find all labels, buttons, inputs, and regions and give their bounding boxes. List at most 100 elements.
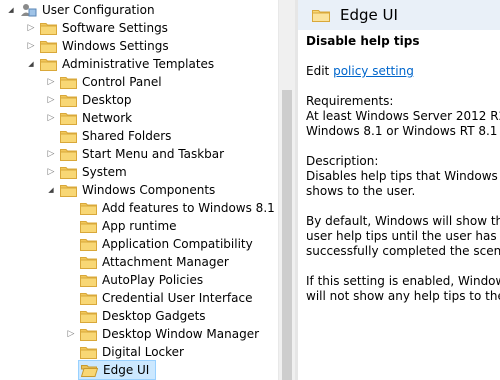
tree-item-label: Attachment Manager: [102, 255, 229, 269]
detail-pane: Edge UI Disable help tips Edit policy se…: [298, 0, 500, 380]
folder-icon: [80, 219, 97, 233]
tree-pane[interactable]: ◢ User Configuration ▷ Software Settings ▷ Wi…: [0, 0, 278, 380]
tree-item-label: Digital Locker: [102, 345, 184, 359]
arrow-spacer: [66, 309, 76, 323]
arrow-spacer: [66, 345, 76, 359]
tree-item-label: Desktop: [82, 93, 132, 107]
arrow-spacer: [66, 291, 76, 305]
folder-icon: [60, 183, 77, 197]
folder-icon: [60, 75, 77, 89]
folder-icon: [40, 57, 57, 71]
requirements-text-2: Windows 8.1 or Windows RT 8.1: [306, 124, 498, 138]
tree-item[interactable]: ▷ Control Panel: [0, 73, 278, 91]
enabled-behavior-text-1: If this setting is enabled, Windows: [306, 274, 500, 288]
default-behavior-text-3: successfully completed the scenarios.: [306, 244, 500, 258]
folder-icon: [312, 10, 330, 22]
scrollbar-thumb[interactable]: [282, 90, 292, 380]
tree-item-label: Start Menu and Taskbar: [82, 147, 225, 161]
folder-icon: [60, 147, 77, 161]
folder-icon: [80, 309, 97, 323]
tree-item[interactable]: ◢ Administrative Templates: [0, 55, 278, 73]
default-behavior-text-2: user help tips until the user has: [306, 229, 497, 243]
collapsed-arrow-icon[interactable]: ▷: [66, 327, 76, 341]
tree-item-label: Administrative Templates: [62, 57, 215, 71]
tree-item[interactable]: Edge UI: [0, 360, 278, 380]
description-text-2: shows to the user.: [306, 184, 416, 198]
edit-prefix: Edit: [306, 64, 330, 78]
enabled-behavior-text-2: will not show any help tips to the user.: [306, 289, 500, 303]
tree-item[interactable]: ▷ Start Menu and Taskbar: [0, 145, 278, 163]
tree-item[interactable]: Desktop Gadgets: [0, 307, 278, 325]
tree-item[interactable]: Add features to Windows 8.1: [0, 199, 278, 217]
tree-item[interactable]: Application Compatibility: [0, 235, 278, 253]
expanded-arrow-icon[interactable]: ◢: [26, 57, 36, 71]
default-behavior-text-1: By default, Windows will show the: [306, 214, 500, 228]
folder-icon: [80, 255, 97, 269]
detail-body: Disable help tips Edit policy setting Re…: [306, 32, 500, 304]
tree-item-label: Windows Components: [82, 183, 216, 197]
requirements-text-1: At least Windows Server 2012 R2,: [306, 109, 500, 123]
tree-item-label: Desktop Gadgets: [102, 309, 206, 323]
tree-item-label: Add features to Windows 8.1: [102, 201, 275, 215]
folder-icon: [80, 291, 97, 305]
detail-title: Edge UI: [340, 6, 398, 24]
folder-icon: [80, 237, 97, 251]
collapsed-arrow-icon[interactable]: ▷: [46, 93, 56, 107]
description-text-1: Disables help tips that Windows: [306, 169, 498, 183]
tree-item[interactable]: ▷ System: [0, 163, 278, 181]
setting-name: Disable help tips: [306, 34, 420, 48]
folder-icon: [60, 129, 77, 143]
tree-item[interactable]: AutoPlay Policies: [0, 271, 278, 289]
expanded-arrow-icon[interactable]: ◢: [46, 183, 56, 197]
tree-item[interactable]: Attachment Manager: [0, 253, 278, 271]
folder-icon: [80, 345, 97, 359]
folder-open-icon: [80, 363, 99, 377]
policy-setting-link[interactable]: policy setting: [333, 64, 414, 78]
arrow-spacer: [66, 237, 76, 251]
description-label: Description:: [306, 154, 379, 168]
tree-item-label: AutoPlay Policies: [102, 273, 204, 287]
tree-item[interactable]: ▷ Desktop: [0, 91, 278, 109]
tree-item-label: Application Compatibility: [102, 237, 253, 251]
arrow-spacer: [66, 273, 76, 287]
tree-item[interactable]: ▷ Desktop Window Manager: [0, 325, 278, 343]
folder-icon: [40, 39, 57, 53]
tree-item-label: System: [82, 165, 127, 179]
folder-icon: [60, 111, 77, 125]
folder-icon: [80, 327, 97, 341]
edit-line: Edit policy setting: [306, 64, 500, 79]
collapsed-arrow-icon[interactable]: ▷: [46, 111, 56, 125]
tree-item-label: Credential User Interface: [102, 291, 253, 305]
arrow-spacer: [66, 201, 76, 215]
tree-item[interactable]: App runtime: [0, 217, 278, 235]
tree-scrollbar[interactable]: [278, 0, 295, 380]
arrow-spacer: [66, 363, 76, 377]
tree-item-label: Network: [82, 111, 133, 125]
user-config-icon: [20, 3, 37, 17]
tree-item-label: Software Settings: [62, 21, 168, 35]
collapsed-arrow-icon[interactable]: ▷: [46, 165, 56, 179]
folder-icon: [40, 21, 57, 35]
requirements-label: Requirements:: [306, 94, 394, 108]
tree-item[interactable]: ◢ Windows Components: [0, 181, 278, 199]
tree-item-label: Shared Folders: [82, 129, 172, 143]
collapsed-arrow-icon[interactable]: ▷: [26, 39, 36, 53]
folder-icon: [80, 201, 97, 215]
tree-item-label: Windows Settings: [62, 39, 169, 53]
tree-item[interactable]: Credential User Interface: [0, 289, 278, 307]
collapsed-arrow-icon[interactable]: ▷: [46, 75, 56, 89]
tree-item[interactable]: Digital Locker: [0, 343, 278, 361]
tree-item[interactable]: ◢ User Configuration: [0, 1, 278, 19]
tree-item-label: Edge UI: [103, 363, 150, 377]
folder-icon: [80, 273, 97, 287]
tree-item[interactable]: Shared Folders: [0, 127, 278, 145]
tree-item[interactable]: ▷ Windows Settings: [0, 37, 278, 55]
tree-item-label: User Configuration: [42, 3, 155, 17]
tree-item[interactable]: ▷ Network: [0, 109, 278, 127]
folder-icon: [60, 93, 77, 107]
arrow-spacer: [66, 255, 76, 269]
expanded-arrow-icon[interactable]: ◢: [6, 3, 16, 17]
collapsed-arrow-icon[interactable]: ▷: [26, 21, 36, 35]
collapsed-arrow-icon[interactable]: ▷: [46, 147, 56, 161]
tree-item[interactable]: ▷ Software Settings: [0, 19, 278, 37]
